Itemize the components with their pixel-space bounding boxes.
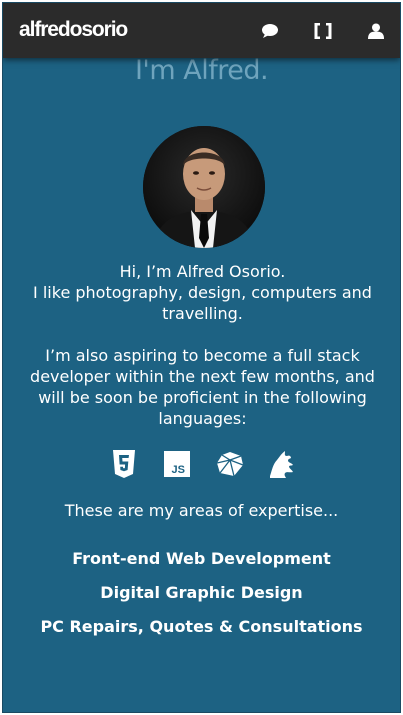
ruby-icon (216, 449, 244, 479)
sass-icon (267, 449, 295, 479)
brand-logo[interactable]: alfredosorio (19, 18, 128, 42)
javascript-icon: JS (163, 449, 191, 479)
intro-aspiration: I’m also aspiring to become a full stack… (30, 346, 375, 428)
code-brackets-icon[interactable] (313, 21, 333, 41)
expertise-item-graphic-design: Digital Graphic Design (100, 583, 303, 602)
intro-greeting: Hi, I’m Alfred Osorio. (119, 262, 286, 281)
intro-interests: I like photography, design, computers an… (33, 283, 372, 323)
expertise-item-web-development: Front-end Web Development (72, 549, 331, 568)
page-title: I'm Alfred. (134, 55, 269, 86)
user-icon[interactable] (366, 21, 386, 41)
svg-text:JS: JS (172, 464, 185, 476)
intro-text: Hi, I’m Alfred Osorio. I like photograph… (23, 261, 382, 429)
expertise-item-pc-repairs: PC Repairs, Quotes & Consultations (40, 617, 363, 636)
expertise-intro: These are my areas of expertise... (64, 501, 339, 520)
avatar (143, 126, 265, 248)
page-frame: alfredosorio I'm Alfred. Hi, I’m Alfred … (2, 2, 401, 713)
html5-icon (110, 449, 138, 479)
chat-icon[interactable] (260, 21, 280, 41)
navbar: alfredosorio (3, 3, 400, 58)
language-icons: JS (3, 449, 400, 479)
